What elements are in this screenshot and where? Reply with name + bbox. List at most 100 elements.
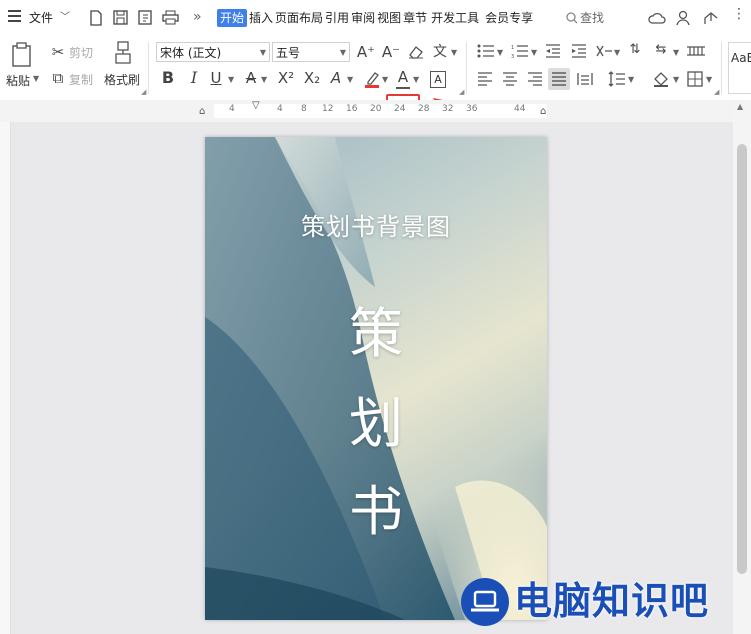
tab-chapter[interactable]: 章节 [403,9,427,27]
tab-developer[interactable]: 开发工具 [431,9,479,27]
share-icon[interactable] [703,10,719,26]
font-name-select[interactable]: 宋体 (正文) ▼ [156,42,270,62]
chevron-down-icon[interactable]: ▼ [673,75,679,84]
ruler-tick: 36 [466,104,478,114]
italic-button[interactable]: I [186,68,202,88]
chevron-down-icon[interactable]: ▼ [451,48,457,57]
line-spacing-icon[interactable] [608,71,626,87]
bullet-list-icon[interactable] [477,44,495,58]
align-center-icon[interactable] [502,72,518,86]
copy-button[interactable]: 复制 [69,71,93,88]
bold-button[interactable]: B [160,68,176,88]
search-icon[interactable] [566,12,578,24]
chevron-down-icon[interactable]: ▼ [413,75,419,84]
scrollbar-thumb[interactable] [737,144,747,574]
font-size-select[interactable]: 五号 ▼ [272,42,350,62]
style-gallery-item[interactable]: AaB [728,42,751,94]
underline-button[interactable]: U [208,68,224,88]
show-marks-icon[interactable]: ⇆ [652,40,670,60]
document-page[interactable]: 策划书背景图 策 划 书 [205,137,547,620]
chevron-down-icon[interactable]: ▼ [347,75,353,84]
chevron-down-icon[interactable]: ▼ [531,48,537,57]
table-tools-icon[interactable] [686,45,706,57]
superscript-button[interactable]: X² [275,68,297,88]
distribute-icon[interactable] [577,72,593,86]
chevron-down-icon[interactable]: ▼ [33,74,39,83]
borders-icon[interactable] [687,71,703,87]
cut-icon[interactable]: ✂ [49,42,67,62]
divider [721,42,722,94]
share-user-icon[interactable] [676,10,692,26]
hamburger-menu-icon[interactable] [8,10,21,22]
ruler-tick: 28 [418,104,430,114]
chevron-down-icon[interactable]: ▼ [228,75,234,84]
chevron-down-icon[interactable]: ﹀ [60,9,70,27]
shrink-font-icon[interactable]: A⁻ [381,42,401,62]
svg-text:3: 3 [511,54,514,58]
copy-icon[interactable]: ⧉ [49,68,67,88]
chevron-down-icon[interactable]: ▼ [261,75,267,84]
format-painter-button[interactable]: 格式刷 [104,71,140,88]
paragraph-dialog-launcher-icon[interactable]: ◢ [714,88,719,96]
chevron-down-icon[interactable]: ▼ [497,48,503,57]
tab-view[interactable]: 视图 [377,9,401,27]
decrease-indent-icon[interactable] [545,44,561,58]
cloud-sync-icon[interactable] [648,11,666,25]
align-right-icon[interactable] [527,72,543,86]
justify-button[interactable] [548,68,570,90]
more-options-icon[interactable]: ⋮ [732,5,746,23]
cover-title-char: 策 [349,302,403,365]
tab-member[interactable]: 会员专享 [485,9,533,27]
font-dialog-launcher-icon[interactable]: ◢ [459,88,464,96]
tab-references[interactable]: 引用 [325,9,349,27]
horizontal-ruler[interactable]: ⌂ ▽ ⌂ 4 4 8 12 16 20 24 28 32 36 44 [0,100,751,122]
new-document-icon[interactable] [89,10,103,26]
cut-button[interactable]: 剪切 [69,44,93,61]
export-pdf-icon[interactable] [138,10,154,25]
increase-indent-icon[interactable] [571,44,587,58]
file-menu[interactable]: 文件 [29,9,53,27]
paste-icon[interactable] [10,42,34,68]
paste-button[interactable]: 粘贴 [6,72,30,89]
tab-home[interactable]: 开始 [217,9,248,27]
shading-icon[interactable] [652,70,670,88]
format-painter-icon[interactable] [113,41,133,65]
chevron-down-icon[interactable]: ▼ [706,75,712,84]
print-icon[interactable] [162,10,179,25]
clipboard-dialog-launcher-icon[interactable]: ◢ [141,88,146,96]
chevron-down-icon[interactable]: ▼ [614,48,620,57]
style-preview-text: AaB [731,51,751,65]
chevron-down-icon: ▼ [259,48,266,57]
clear-format-icon[interactable] [408,45,424,59]
tab-page-layout[interactable]: 页面布局 [275,9,323,27]
save-icon[interactable] [113,10,128,25]
numbered-list-icon[interactable]: 13 [511,44,529,58]
watermark-text: 电脑知识吧 [514,579,710,623]
scroll-up-icon[interactable]: ▲ [737,102,743,111]
justify-icon [552,72,566,86]
tab-insert[interactable]: 插入 [249,9,273,27]
sort-icon[interactable]: ⇅ [626,40,644,60]
highlight-pen-icon[interactable] [364,69,380,89]
text-effect-button[interactable]: A [327,68,345,88]
search-label[interactable]: 查找 [580,9,604,27]
font-color-button[interactable]: A [394,67,412,87]
pinyin-guide-icon[interactable]: 文 [431,42,449,62]
strikethrough-button[interactable]: A [243,68,259,88]
vertical-ruler[interactable] [0,122,11,634]
laptop-icon [471,590,499,612]
align-left-icon[interactable] [477,72,493,86]
chevron-down-icon[interactable]: ▼ [382,75,388,84]
vertical-scrollbar[interactable]: ▲ [733,100,751,634]
more-tabs-icon[interactable]: » [193,8,202,26]
text-direction-icon[interactable] [595,44,613,58]
grow-font-icon[interactable]: A⁺ [356,42,376,62]
first-line-indent-marker-icon[interactable]: ▽ [252,100,260,111]
left-indent-marker-icon[interactable]: ⌂ [199,106,205,117]
chevron-down-icon[interactable]: ▼ [628,75,634,84]
tab-review[interactable]: 审阅 [351,9,375,27]
subscript-button[interactable]: X₂ [301,68,323,88]
chevron-down-icon[interactable]: ▼ [673,48,679,57]
character-border-button[interactable]: A [430,71,446,88]
right-indent-marker-icon[interactable]: ⌂ [540,106,546,117]
